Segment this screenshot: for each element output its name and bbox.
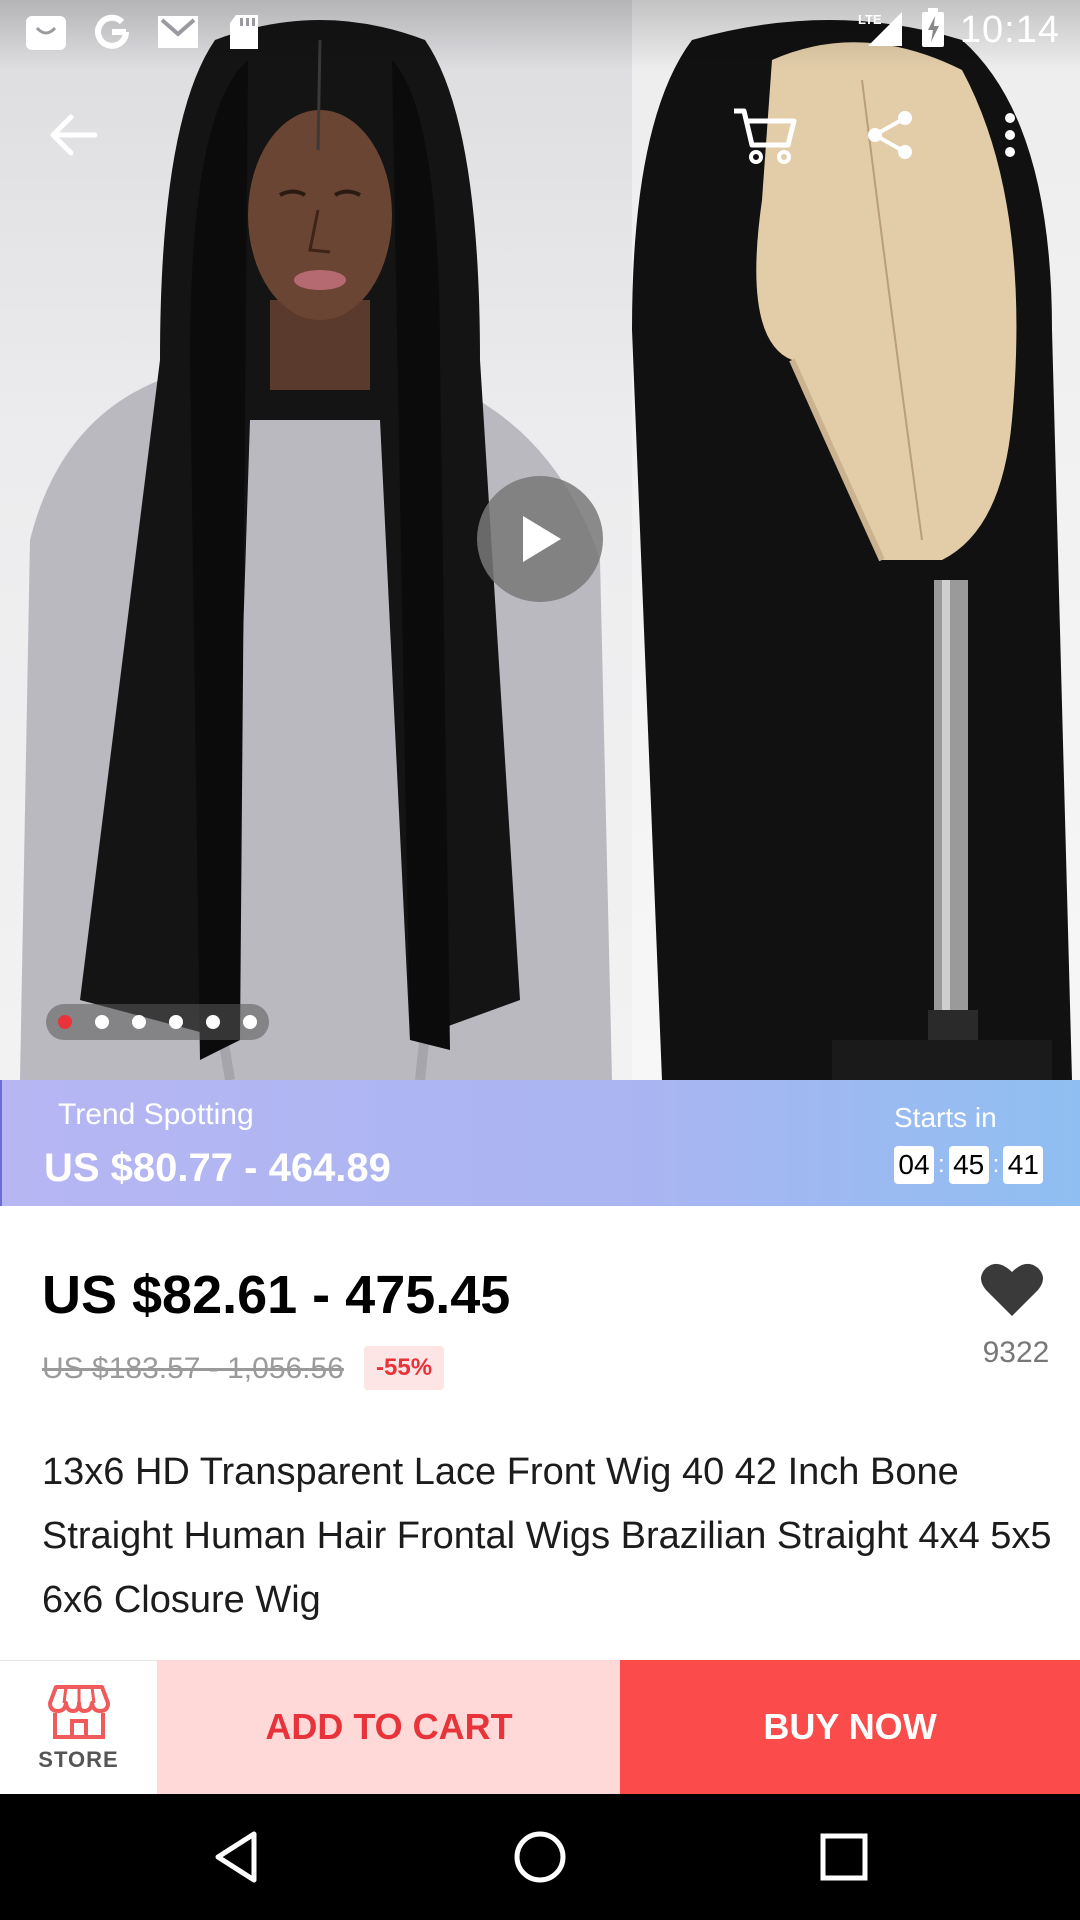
countdown-hours: 04 [894, 1146, 934, 1184]
nav-recent-apps-button[interactable] [806, 1819, 882, 1895]
shopping-bag-icon [24, 12, 68, 52]
sd-card-icon [222, 12, 266, 52]
gallery-dot [169, 1015, 183, 1029]
nav-home-icon [514, 1831, 566, 1883]
wishlist-button[interactable] [980, 1260, 1044, 1320]
gallery-dot [132, 1015, 146, 1029]
countdown-seconds: 41 [1003, 1146, 1044, 1184]
bottom-action-bar: STORE ADD TO CART BUY NOW [0, 1660, 1080, 1794]
status-bar: LTE 10:14 [0, 0, 1080, 64]
starts-in-label: Starts in [894, 1102, 997, 1133]
svg-text:LTE: LTE [858, 12, 882, 27]
product-title: 13x6 HD Transparent Lace Front Wig 40 42… [42, 1451, 1052, 1621]
gallery-dot [58, 1015, 72, 1029]
nav-recent-icon [820, 1833, 868, 1881]
gallery-page-indicator [46, 1004, 269, 1040]
back-button[interactable] [34, 95, 114, 175]
google-icon [90, 12, 134, 52]
nav-back-icon [215, 1831, 257, 1883]
play-video-button[interactable] [477, 476, 603, 602]
store-button[interactable]: STORE [0, 1660, 158, 1794]
product-price: US $82.61 - 475.45 [42, 1265, 511, 1325]
discount-badge: -55% [364, 1346, 445, 1390]
system-navigation-bar [0, 1794, 1080, 1920]
gallery-dot [95, 1015, 109, 1029]
nav-home-button[interactable] [502, 1819, 578, 1895]
store-icon [47, 1684, 110, 1739]
countdown-separator: : [938, 1151, 945, 1178]
nav-back-button[interactable] [198, 1819, 274, 1895]
more-options-button[interactable] [980, 95, 1040, 175]
play-icon [523, 516, 561, 562]
status-time: 10:14 [959, 9, 1060, 51]
gallery-dot [206, 1015, 220, 1029]
cart-button[interactable] [725, 95, 805, 175]
countdown-minutes: 45 [948, 1146, 989, 1184]
cart-icon [734, 108, 797, 164]
countdown-separator: : [992, 1151, 1000, 1178]
battery-charging-icon [920, 8, 946, 53]
lte-signal-icon: LTE [856, 8, 906, 53]
heart-icon [981, 1263, 1043, 1316]
more-vertical-icon [1005, 113, 1015, 157]
gmail-icon [156, 12, 200, 52]
buy-now-button[interactable]: BUY NOW [620, 1660, 1080, 1794]
trend-spotting-banner[interactable]: Trend Spotting US $80.77 - 464.89 Starts… [0, 1080, 1080, 1206]
trend-price: US $80.77 - 464.89 [44, 1146, 391, 1190]
arrow-left-icon [50, 114, 98, 156]
share-button[interactable] [850, 95, 930, 175]
wishlist-count: 9322 [982, 1336, 1050, 1369]
share-icon [868, 111, 912, 159]
add-to-cart-button[interactable]: ADD TO CART [158, 1660, 620, 1794]
original-price: US $183.57 - 1,056.56 [42, 1352, 344, 1385]
store-label: STORE [38, 1746, 119, 1772]
countdown-timer: 04 : 45 : 41 [894, 1146, 1044, 1184]
gallery-dot [243, 1015, 257, 1029]
trend-label: Trend Spotting [58, 1098, 254, 1131]
